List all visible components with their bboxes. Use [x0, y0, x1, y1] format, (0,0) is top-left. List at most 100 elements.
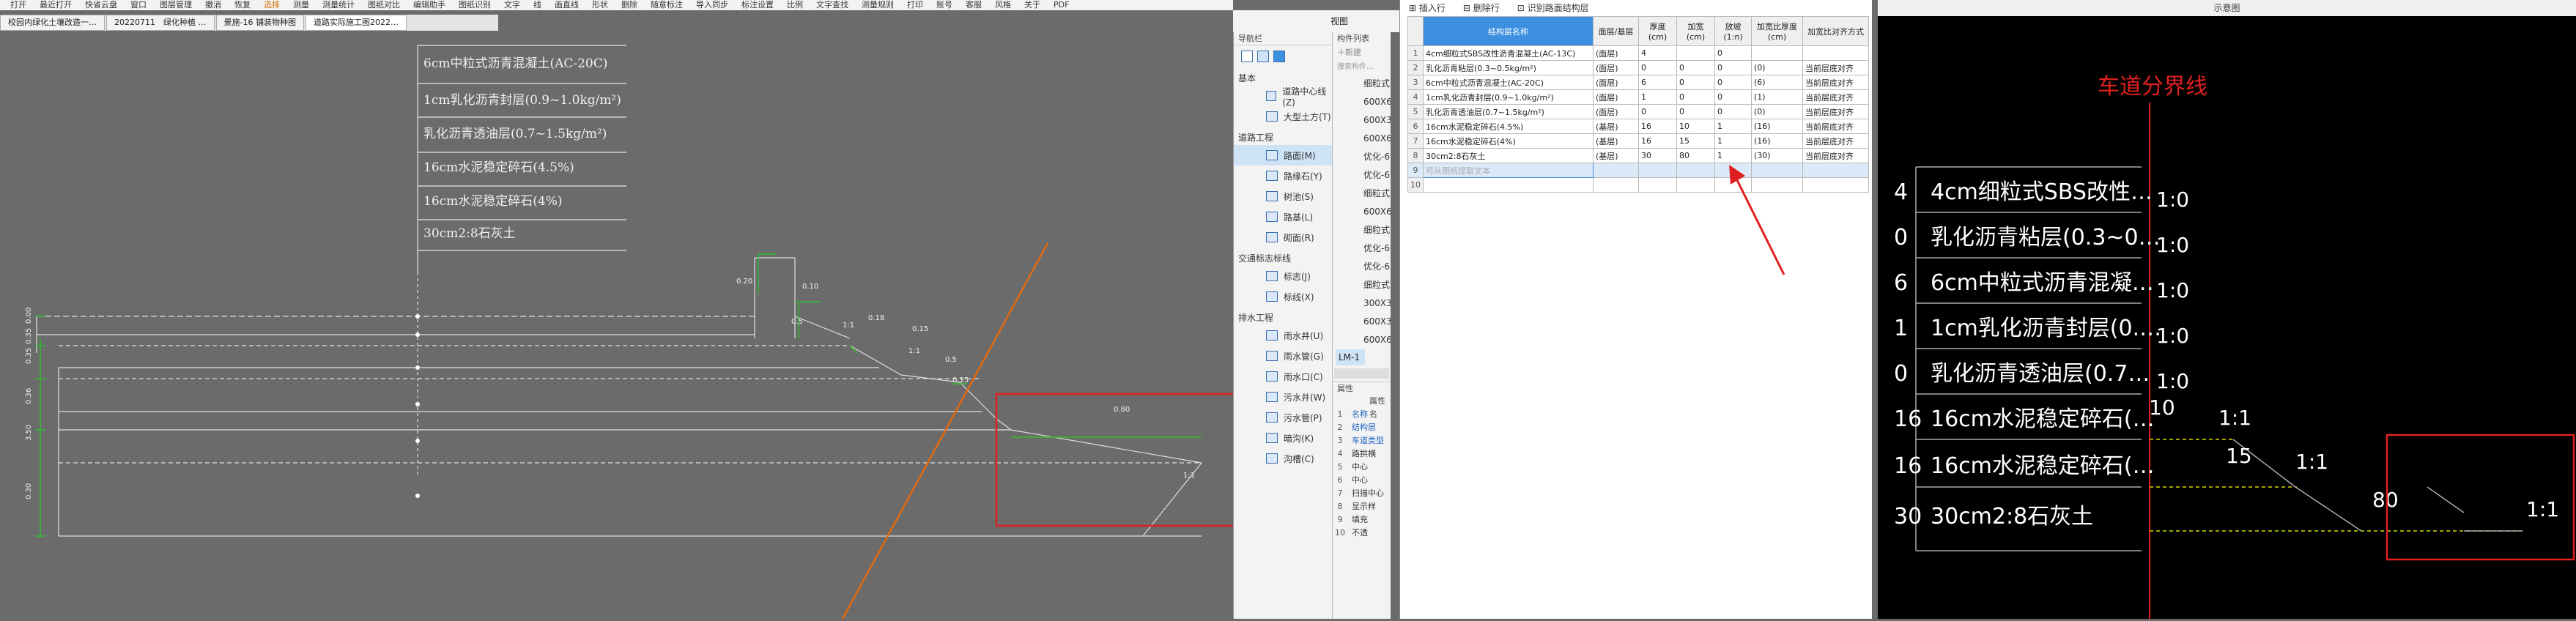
menu-item[interactable]: 打开: [10, 0, 26, 10]
document-tab[interactable]: 校园内绿化土壤改造一…: [0, 15, 105, 31]
cell-align[interactable]: 当前层底对齐: [1802, 75, 1869, 90]
cell-widen[interactable]: 15: [1676, 133, 1715, 149]
component-item[interactable]: 细粒式: [1333, 276, 1391, 294]
menu-item[interactable]: 测量: [293, 0, 309, 10]
cell-type[interactable]: (面层): [1593, 75, 1639, 90]
menu-item[interactable]: PDF: [1054, 0, 1069, 10]
cell-name[interactable]: 1cm乳化沥青封层(0.9~1.0kg/m²): [1423, 89, 1594, 105]
component-item[interactable]: 600X3: [1333, 111, 1391, 130]
document-tab[interactable]: 道路实际施工图2022…: [305, 15, 407, 31]
component-item[interactable]: 300X3: [1333, 294, 1391, 313]
menu-item[interactable]: 窗口: [130, 0, 147, 10]
header-align[interactable]: 加宽比对齐方式: [1802, 16, 1869, 46]
cell-ratio[interactable]: (16): [1751, 133, 1803, 149]
nav-item-road[interactable]: 路缘石(Y): [1234, 166, 1332, 186]
property-row[interactable]: 4 路拱横: [1333, 447, 1391, 461]
menu-item[interactable]: 随意标注: [651, 0, 683, 10]
cell-name[interactable]: 乳化沥青粘层(0.3~0.5kg/m²): [1423, 60, 1594, 75]
property-row[interactable]: 5 中心: [1333, 461, 1391, 474]
menu-item[interactable]: 图纸对比: [368, 0, 400, 10]
cell-name[interactable]: 乳化沥青透油层(0.7~1.5kg/m²): [1423, 104, 1594, 119]
table-row[interactable]: 2 乳化沥青粘层(0.3~0.5kg/m²) (面层) 0 0 0 (0) 当前层底对齐: [1407, 60, 1869, 75]
component-item[interactable]: 细粒式: [1333, 75, 1391, 93]
cell-name[interactable]: 16cm水泥稳定碎石(4%): [1423, 133, 1594, 149]
cell-ratio[interactable]: (0): [1751, 60, 1803, 75]
menu-item[interactable]: 最近打开: [40, 0, 72, 10]
cell-name[interactable]: 6cm中粒式沥青混凝土(AC-20C): [1423, 75, 1594, 90]
component-item[interactable]: 优化-6: [1333, 166, 1391, 185]
property-row[interactable]: 8 显示样: [1333, 500, 1391, 513]
cell-thick[interactable]: 6: [1638, 75, 1677, 90]
list-view-icon[interactable]: [1241, 51, 1253, 62]
table-row[interactable]: 8 30cm2:8石灰土 (基层) 30 80 1 (30) 当前层底对齐: [1407, 148, 1869, 163]
nav-item-drain[interactable]: 沟槽(C): [1234, 448, 1332, 469]
cell-widen[interactable]: 0: [1676, 89, 1715, 105]
component-item[interactable]: 600X3: [1333, 313, 1391, 331]
menu-item[interactable]: 测量规则: [862, 0, 894, 10]
nav-item-drain[interactable]: 雨水管(G): [1234, 346, 1332, 366]
cell-ratio[interactable]: [1751, 45, 1803, 61]
table-row[interactable]: 10: [1407, 177, 1869, 193]
cell-thick[interactable]: 16: [1638, 133, 1677, 149]
cell-thick[interactable]: 0: [1638, 60, 1677, 75]
nav-item-drain[interactable]: 暗沟(K): [1234, 428, 1332, 448]
table-row[interactable]: 1 4cm细粒式SBS改性沥青混凝土(AC-13C) (面层) 4 0: [1407, 45, 1869, 61]
table-row[interactable]: 9 可从图纸提取文本: [1407, 163, 1869, 178]
cell-ratio[interactable]: (1): [1751, 89, 1803, 105]
cell-align[interactable]: 当前层底对齐: [1802, 133, 1869, 149]
document-tab[interactable]: 景施-16 铺装物种图: [215, 15, 304, 31]
nav-item-road[interactable]: 树池(S): [1234, 186, 1332, 207]
cell-thick[interactable]: 4: [1638, 45, 1677, 61]
cell-slope[interactable]: 1: [1714, 119, 1752, 134]
horizontal-scrollbar[interactable]: [1334, 368, 1389, 379]
component-item[interactable]: 优化-6: [1333, 148, 1391, 166]
cell-slope[interactable]: 0: [1714, 75, 1752, 90]
cell-thick[interactable]: [1638, 163, 1677, 178]
property-row[interactable]: 3 车道类型: [1333, 434, 1391, 447]
component-search-input[interactable]: 搜索构件...: [1333, 60, 1391, 75]
cell-slope[interactable]: 0: [1714, 60, 1752, 75]
cell-type[interactable]: (面层): [1593, 60, 1639, 75]
cell-widen[interactable]: [1676, 177, 1715, 193]
cell-align[interactable]: [1802, 163, 1869, 178]
component-item[interactable]: 600X6: [1333, 331, 1391, 349]
cell-name[interactable]: 30cm2:8石灰土: [1423, 148, 1594, 163]
nav-item-drain[interactable]: 污水管(P): [1234, 407, 1332, 428]
menu-item[interactable]: 标注设置: [741, 0, 774, 10]
nav-item-road[interactable]: 路基(L): [1234, 207, 1332, 227]
nav-item-basic[interactable]: 道路中心线(Z): [1234, 86, 1332, 108]
nav-item-basic[interactable]: 大型土方(T): [1234, 106, 1332, 127]
menu-item[interactable]: 撤消: [205, 0, 221, 10]
cell-ratio[interactable]: (0): [1751, 104, 1803, 119]
table-row[interactable]: 7 16cm水泥稳定碎石(4%) (基层) 16 15 1 (16) 当前层底对齐: [1407, 133, 1869, 149]
property-row[interactable]: 2 结构层: [1333, 421, 1391, 434]
table-row[interactable]: 6 16cm水泥稳定碎石(4.5%) (基层) 16 10 1 (16) 当前层底对齐: [1407, 119, 1869, 134]
cell-type[interactable]: (基层): [1593, 119, 1639, 134]
document-tab[interactable]: 20220711 绿化种植 …: [106, 15, 215, 31]
menu-item[interactable]: 导入同步: [696, 0, 728, 10]
property-row[interactable]: 6 中心: [1333, 474, 1391, 487]
menu-item[interactable]: 打印: [907, 0, 923, 10]
cell-widen[interactable]: [1676, 163, 1715, 178]
menu-item[interactable]: 形状: [592, 0, 608, 10]
cell-ratio[interactable]: (16): [1751, 119, 1803, 134]
cad-canvas[interactable]: 6cm中粒式沥青混凝土(AC-20C) 1cm乳化沥青封层(0.9~1.0kg/m…: [0, 31, 1237, 620]
cell-widen[interactable]: 10: [1676, 119, 1715, 134]
delete-row-button[interactable]: ⊟ 删除行: [1463, 0, 1500, 16]
menu-item[interactable]: 画直线: [555, 0, 579, 10]
property-row[interactable]: 9 填充: [1333, 513, 1391, 527]
component-selected-item[interactable]: LM-1: [1336, 349, 1365, 365]
property-row[interactable]: 7 扫描中心: [1333, 487, 1391, 500]
grid-view-icon[interactable]: [1257, 51, 1269, 62]
layer-name-input[interactable]: 可从图纸提取文本: [1423, 163, 1594, 178]
cell-widen[interactable]: [1676, 45, 1715, 61]
table-row[interactable]: 5 乳化沥青透油层(0.7~1.5kg/m²) (面层) 0 0 0 (0) 当前层底对齐: [1407, 104, 1869, 119]
tree-view-icon[interactable]: [1273, 51, 1285, 62]
cell-align[interactable]: 当前层底对齐: [1802, 60, 1869, 75]
header-widen-ratio[interactable]: 加宽比厚度(cm): [1751, 16, 1803, 46]
property-row[interactable]: 10 不透: [1333, 527, 1391, 540]
menu-item[interactable]: 比例: [787, 0, 803, 10]
component-item[interactable]: 细粒式: [1333, 185, 1391, 203]
component-item[interactable]: 优化-6: [1333, 258, 1391, 276]
menu-item[interactable]: 文字: [504, 0, 520, 10]
